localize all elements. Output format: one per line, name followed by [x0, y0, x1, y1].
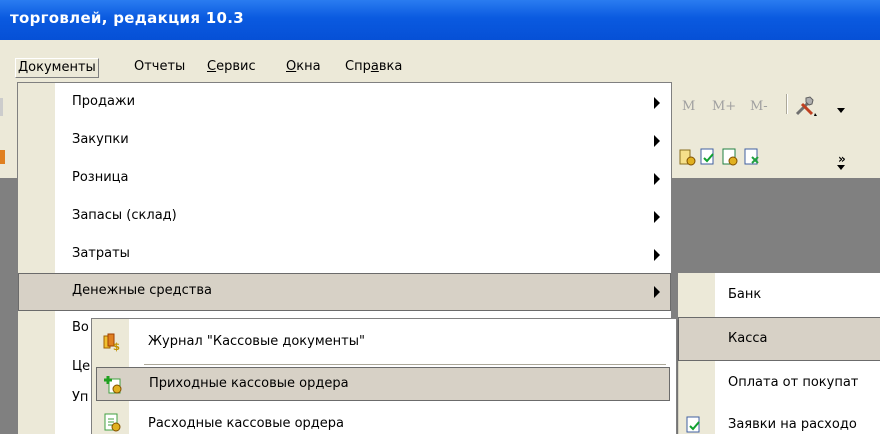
cash-journal-icon: $	[102, 332, 122, 353]
menu-help-mnemonic: а	[370, 59, 379, 74]
menubar-top-strip	[0, 40, 880, 54]
submenu-arrow-icon	[654, 135, 660, 147]
tools-dropdown-icon[interactable]	[837, 108, 845, 113]
menu-help-label-end: вка	[378, 59, 403, 74]
submenu-item-label: Журнал "Кассовые документы"	[148, 334, 365, 349]
menu-item-label: Затраты	[72, 246, 130, 261]
menu-item-partial-3[interactable]: Уп	[72, 390, 88, 405]
submenu-item-label: Приходные кассовые ордера	[149, 376, 349, 391]
menu-help-label-start: Спр	[345, 59, 371, 74]
menu-service[interactable]: Сервис	[205, 58, 258, 78]
menu-documents-mnemonic: Д	[18, 60, 29, 75]
submenu-arrow-icon	[654, 173, 660, 185]
memory-minus-button[interactable]: M-	[750, 99, 768, 114]
doc-delete-icon[interactable]	[742, 148, 762, 166]
memory-button[interactable]: M	[682, 99, 695, 114]
memory-plus-button[interactable]: M+	[712, 99, 736, 114]
menu-item-label: Продажи	[72, 94, 136, 109]
menu-help[interactable]: Справка	[343, 58, 404, 78]
toolbar-overflow-icon[interactable]: »	[838, 152, 846, 166]
menu-item-expenses[interactable]: Затраты	[18, 236, 671, 274]
menu-windows[interactable]: Окна	[284, 58, 323, 78]
submenu-arrow-icon	[654, 286, 660, 298]
doc-check-icon[interactable]	[698, 148, 718, 166]
highlight-gutter	[679, 318, 715, 360]
toolbar-fragment	[0, 98, 3, 116]
outgoing-cash-order-icon	[102, 412, 122, 432]
submenu-item-expense-requests[interactable]: Заявки на расходо	[678, 403, 880, 434]
menu-item-partial-2[interactable]: Це	[72, 359, 90, 374]
workspace-background-right	[677, 178, 880, 272]
tools-icon[interactable]	[794, 94, 817, 116]
expense-request-icon	[684, 416, 704, 434]
window-title-bar[interactable]: торговлей, редакция 10.3	[0, 0, 880, 40]
menu-service-mnemonic: С	[207, 59, 217, 74]
doc-coins-icon[interactable]	[720, 148, 740, 166]
submenu-item-outgoing-cash-orders[interactable]: Расходные кассовые ордера	[92, 405, 676, 434]
incoming-cash-order-icon	[103, 375, 123, 395]
submenu-arrow-icon	[654, 249, 660, 261]
cashbox-submenu: $ Журнал "Кассовые документы" Приходные …	[91, 318, 677, 434]
menu-service-label: ервис	[216, 59, 256, 74]
submenu-item-customer-payment[interactable]: Оплата от покупат	[678, 361, 880, 405]
cash-funds-submenu: Банк Касса Оплата от покупат Заявки на р…	[677, 272, 880, 434]
submenu-item-label: Касса	[728, 331, 768, 346]
toolbar-fragment-icon	[0, 150, 5, 164]
menu-item-retail[interactable]: Розница	[18, 160, 671, 198]
menu-item-purchases[interactable]: Закупки	[18, 122, 671, 160]
submenu-arrow-icon	[654, 97, 660, 109]
submenu-item-cash-journal[interactable]: $ Журнал "Кассовые документы"	[92, 325, 676, 359]
submenu-arrow-icon	[654, 211, 660, 223]
menu-documents[interactable]: Документы	[15, 58, 99, 78]
coins-doc-icon[interactable]	[678, 148, 698, 166]
menu-item-label: Денежные средства	[72, 283, 212, 298]
window-title: торговлей, редакция 10.3	[10, 9, 244, 27]
menu-separator	[144, 364, 666, 366]
submenu-item-label: Расходные кассовые ордера	[148, 416, 345, 431]
menu-bar: Документы Отчеты Сервис Окна Справка	[0, 54, 880, 80]
toolbar-overflow-arrow-icon[interactable]	[837, 165, 845, 170]
submenu-item-cashbox[interactable]: Касса	[678, 317, 880, 361]
menu-item-sales[interactable]: Продажи	[18, 84, 671, 122]
menu-item-label: Закупки	[72, 132, 129, 147]
toolbar-separator	[786, 94, 788, 114]
menu-item-cash-funds[interactable]: Денежные средства	[18, 273, 671, 311]
menu-item-label: Розница	[72, 170, 129, 185]
menu-windows-mnemonic: О	[286, 59, 297, 74]
svg-text:$: $	[113, 342, 120, 352]
submenu-item-label: Оплата от покупат	[728, 375, 859, 390]
menu-item-stock[interactable]: Запасы (склад)	[18, 198, 671, 236]
submenu-item-bank[interactable]: Банк	[678, 273, 880, 317]
menu-item-partial-1[interactable]: Во	[72, 320, 89, 335]
menu-reports[interactable]: Отчеты	[132, 58, 187, 78]
menu-item-label: Запасы (склад)	[72, 208, 177, 223]
menu-windows-label: кна	[296, 59, 321, 74]
submenu-item-incoming-cash-orders[interactable]: Приходные кассовые ордера	[96, 367, 670, 401]
menu-reports-label: Отчеты	[134, 59, 186, 74]
highlight-gutter	[19, 274, 55, 310]
menu-documents-label: окументы	[28, 60, 96, 75]
submenu-item-label: Заявки на расходо	[728, 417, 857, 432]
submenu-item-label: Банк	[728, 287, 762, 302]
